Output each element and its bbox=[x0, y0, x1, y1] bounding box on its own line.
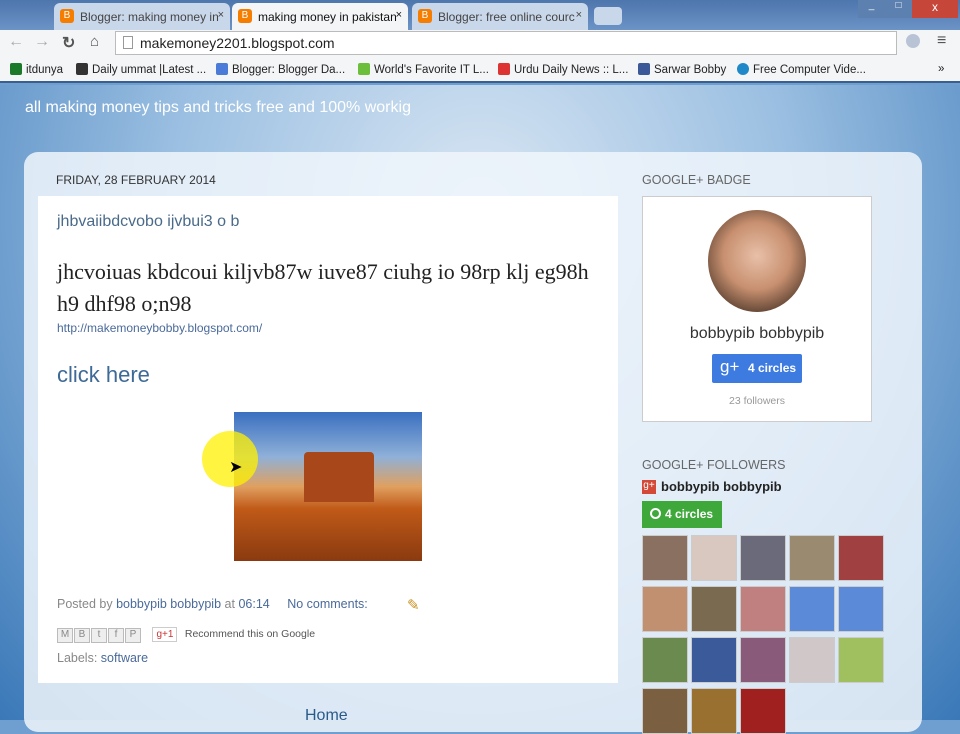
follower-avatar[interactable] bbox=[789, 535, 835, 581]
click-here-link[interactable]: click here bbox=[57, 362, 150, 388]
blogger-icon: B bbox=[418, 9, 432, 23]
reload-icon[interactable]: ↻ bbox=[62, 33, 75, 53]
labels: Labels: software bbox=[57, 651, 149, 665]
add-to-circles-button[interactable]: g+ 4 circles bbox=[712, 354, 802, 383]
google-plus-icon: g+ bbox=[642, 480, 656, 494]
blogger-icon: B bbox=[60, 9, 74, 23]
follower-avatar[interactable] bbox=[789, 586, 835, 632]
author-link[interactable]: bobbypib bobbypib bbox=[116, 597, 221, 611]
recommend-text: Recommend this on Google bbox=[184, 628, 316, 640]
follower-avatar[interactable] bbox=[740, 688, 786, 734]
close-window-button[interactable]: x bbox=[912, 0, 958, 18]
follower-avatar[interactable] bbox=[642, 688, 688, 734]
comments-link[interactable]: No comments: bbox=[287, 597, 368, 611]
home-icon[interactable]: ⌂ bbox=[90, 33, 99, 50]
share-buttons: MBtfP g+1 Recommend this on Google bbox=[57, 624, 315, 643]
follower-avatar[interactable] bbox=[642, 535, 688, 581]
blog-description: all making money tips and tricks free an… bbox=[25, 99, 411, 116]
post-image[interactable] bbox=[234, 412, 422, 561]
facebook-share-icon[interactable]: f bbox=[108, 628, 124, 643]
close-tab-icon[interactable]: × bbox=[396, 9, 402, 21]
google-plus-badge: bobbypib bobbypib g+ 4 circles 23 followe… bbox=[642, 196, 872, 422]
butte-shape bbox=[304, 452, 374, 502]
back-icon[interactable]: ← bbox=[8, 33, 24, 51]
blogger-share-icon[interactable]: B bbox=[74, 628, 90, 643]
follower-avatar[interactable] bbox=[838, 535, 884, 581]
google-plus-icon: g+ bbox=[720, 357, 740, 376]
bookmarks-bar: itdunya Daily ummat |Latest ... Blogger:… bbox=[0, 57, 960, 83]
menu-icon[interactable]: ≡ bbox=[937, 32, 946, 50]
followers-title: GOOGLE+ FOLLOWERS bbox=[642, 458, 786, 472]
edit-pencil-icon[interactable]: ✎ bbox=[407, 596, 420, 614]
follower-avatar[interactable] bbox=[691, 586, 737, 632]
follower-avatar[interactable] bbox=[691, 535, 737, 581]
bookmark[interactable]: Urdu Daily News :: L... bbox=[498, 63, 628, 76]
extension-icon[interactable] bbox=[906, 34, 920, 48]
google-plus-one-button[interactable]: g+1 bbox=[152, 627, 178, 642]
bookmark[interactable]: Sarwar Bobby bbox=[638, 63, 726, 76]
post-footer: Posted by bobbypib bobbypib at 06:14 No … bbox=[57, 597, 368, 611]
close-tab-icon[interactable]: × bbox=[576, 9, 582, 21]
bookmark[interactable]: Daily ummat |Latest ... bbox=[76, 63, 206, 76]
follower-avatar[interactable] bbox=[838, 637, 884, 683]
follower-avatar[interactable] bbox=[740, 535, 786, 581]
tab-2[interactable]: Bmaking money in pakistan × bbox=[232, 3, 408, 30]
pinterest-share-icon[interactable]: P bbox=[125, 628, 141, 643]
tab-1[interactable]: B Blogger: making money in × bbox=[54, 3, 230, 30]
maximize-button[interactable]: □ bbox=[885, 0, 912, 18]
follower-avatar[interactable] bbox=[740, 637, 786, 683]
post-date: FRIDAY, 28 FEBRUARY 2014 bbox=[56, 173, 216, 187]
time-link[interactable]: 06:14 bbox=[238, 597, 269, 611]
minimize-button[interactable]: _ bbox=[858, 0, 885, 18]
follower-avatar[interactable] bbox=[691, 688, 737, 734]
follower-avatar[interactable] bbox=[789, 637, 835, 683]
window-controls: _ □ x bbox=[858, 0, 958, 18]
new-tab-button[interactable] bbox=[594, 7, 622, 25]
badge-name[interactable]: bobbypib bobbypib bbox=[643, 325, 871, 343]
bookmark[interactable]: World's Favorite IT L... bbox=[358, 63, 489, 76]
bookmark[interactable]: itdunya bbox=[10, 63, 63, 76]
profile-avatar[interactable] bbox=[708, 210, 806, 312]
forward-icon[interactable]: → bbox=[34, 33, 50, 51]
email-share-icon[interactable]: M bbox=[57, 628, 73, 643]
followers-count: 23 followers bbox=[728, 395, 786, 407]
followers-name[interactable]: bobbypib bobbypib bbox=[661, 479, 782, 494]
blogger-icon: B bbox=[238, 9, 252, 23]
more-bookmarks[interactable]: » bbox=[938, 63, 944, 75]
post-title[interactable]: jhbvaiibdcvobo ijvbui3 o b bbox=[57, 213, 239, 231]
home-link[interactable]: Home bbox=[305, 707, 348, 725]
follower-avatar[interactable] bbox=[642, 637, 688, 683]
follower-avatar[interactable] bbox=[642, 586, 688, 632]
follower-avatar[interactable] bbox=[740, 586, 786, 632]
address-bar[interactable]: makemoney2201.blogspot.com bbox=[115, 31, 897, 55]
post-link[interactable]: http://makemoneybobby.blogspot.com/ bbox=[57, 321, 262, 335]
post-body: jhcvoiuas kbdcoui kiljvb87w iuve87 ciuhg… bbox=[57, 259, 589, 316]
close-tab-icon[interactable]: × bbox=[218, 9, 224, 21]
label-link[interactable]: software bbox=[101, 651, 148, 665]
circle-icon bbox=[650, 508, 661, 519]
follow-circles-button[interactable]: 4 circles bbox=[642, 501, 722, 528]
page-icon bbox=[123, 36, 133, 49]
cursor-icon: ➤ bbox=[229, 459, 243, 476]
twitter-share-icon[interactable]: t bbox=[91, 628, 107, 643]
tab-3[interactable]: B Blogger: free online courc × bbox=[412, 3, 588, 30]
tab-bar: B Blogger: making money in × Bmaking money… bbox=[0, 0, 960, 30]
bookmark[interactable]: Free Computer Vide... bbox=[737, 63, 866, 76]
follower-avatar[interactable] bbox=[838, 586, 884, 632]
badge-title: GOOGLE+ BADGE bbox=[642, 173, 751, 187]
bookmark[interactable]: Blogger: Blogger Da... bbox=[216, 63, 345, 76]
follower-avatar[interactable] bbox=[691, 637, 737, 683]
